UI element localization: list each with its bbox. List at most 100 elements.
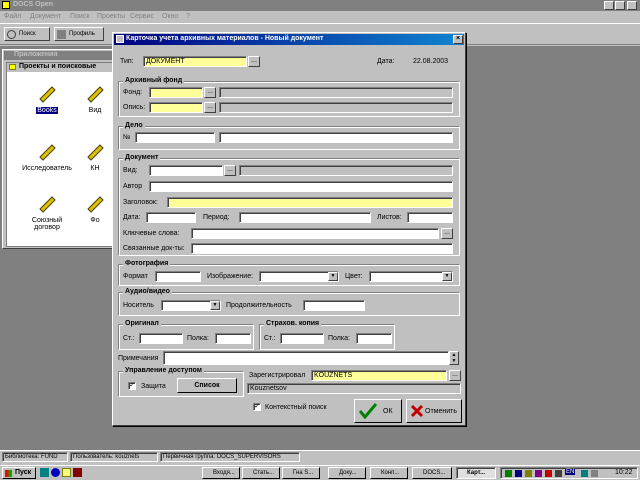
insurance-shelf-field[interactable] [356,333,392,344]
app-icon-books[interactable]: Books [17,83,77,114]
vid-field[interactable] [149,165,223,176]
menu-help[interactable]: ? [186,13,190,20]
type-browse-button[interactable]: ... [248,56,260,67]
applications-titlebar[interactable]: Приложения [4,51,118,60]
context-search-checkbox[interactable]: ✓ [253,403,261,411]
system-tray: EN 10:22 [500,467,638,479]
vid-browse-button[interactable]: ... [224,165,236,176]
delo-group: Дело № [118,122,460,150]
task-button[interactable]: Гна S... [282,467,320,479]
delo-name-field[interactable] [219,132,453,143]
opis-field[interactable] [149,102,203,113]
color-select[interactable]: ▼ [369,271,453,282]
close-button[interactable]: × [627,1,637,10]
app-launch-icon[interactable] [73,468,82,477]
chevron-down-icon[interactable]: ▼ [442,272,452,281]
opis-name-field[interactable] [219,102,453,113]
quick-launch [40,467,86,479]
vid-name-field[interactable] [239,165,453,176]
dialog-titlebar[interactable]: Карточка учета архивных материалов - Нов… [114,34,464,45]
fond-name-field[interactable] [219,87,453,98]
registered-browse-button[interactable]: ... [449,370,461,381]
app-icon-researcher[interactable]: Исследователь [17,141,77,172]
tray-icon[interactable] [545,470,552,477]
app-icon-label: Вид [88,107,102,114]
format-field[interactable] [155,271,201,282]
task-button-active[interactable]: Карт... [456,467,496,479]
delo-number-field[interactable] [135,132,215,143]
access-list-label: Список [194,382,220,389]
menu-document[interactable]: Документ [30,13,61,20]
status-user: Пользователь: kouznets [70,452,158,462]
start-button[interactable]: Пуск [2,467,36,479]
app-icon-union-treaty[interactable]: Союзный договор [17,193,77,231]
fond-field[interactable] [149,87,203,98]
tray-icon[interactable] [505,470,512,477]
duration-field[interactable] [303,300,365,311]
photo-group: Фотография Формат Изображение: ▼ Цвет: ▼ [118,260,460,286]
task-button[interactable]: Конп... [370,467,408,479]
menu-projects[interactable]: Проекты [97,13,125,20]
keywords-field[interactable] [191,228,439,239]
access-list-button[interactable]: Список [177,378,237,393]
protect-label: Защита [141,383,166,390]
insurance-st-field[interactable] [280,333,324,344]
windows-logo-icon [5,470,12,477]
image-select[interactable]: ▼ [259,271,339,282]
tray-icon[interactable] [515,470,522,477]
task-button[interactable]: Стать... [242,467,280,479]
notes-field[interactable] [163,351,449,365]
ok-label: ОК [383,408,393,415]
app-icon [2,1,10,9]
original-shelf-field[interactable] [215,333,251,344]
menu-window[interactable]: Окно [162,13,178,20]
registered-field[interactable]: KOUZNETS [311,370,447,381]
doc-date-field[interactable] [146,212,196,223]
maximize-button[interactable]: □ [615,1,625,10]
original-st-field[interactable] [139,333,183,344]
tray-icon[interactable] [591,470,598,477]
browser-icon[interactable] [51,468,60,477]
chevron-down-icon[interactable]: ▼ [210,301,220,310]
period-field[interactable] [239,212,371,223]
tray-icon[interactable] [525,470,532,477]
tray-icon[interactable] [535,470,542,477]
task-button[interactable]: DOCS... [412,467,452,479]
task-button[interactable]: Доку... [328,467,366,479]
checkmark-icon [359,403,377,419]
tray-icon[interactable] [581,470,588,477]
clock: 10:22 [615,469,633,476]
opis-browse-button[interactable]: ... [204,102,216,113]
menu-service[interactable]: Сервис [130,13,154,20]
author-field[interactable] [149,181,453,192]
sheets-field[interactable] [407,212,453,223]
fond-browse-button[interactable]: ... [204,87,216,98]
dialog-close-button[interactable]: × [453,35,463,44]
cancel-button[interactable]: Отменить [406,399,462,423]
keywords-browse-button[interactable]: ... [441,228,453,239]
notes-scrollbar[interactable]: ▲ ▼ [449,351,459,365]
task-button[interactable]: Входя... [202,467,240,479]
toolbar-search-button[interactable]: Поиск [4,27,50,41]
tray-icon[interactable] [555,470,562,477]
protect-checkbox[interactable]: ✓ [128,382,136,390]
app-icon-fo[interactable]: Фо [75,193,115,224]
doc-date-label: Дата: [123,214,141,221]
toolbar-profile-button[interactable]: Профиль [54,27,104,41]
ok-button[interactable]: ОК [354,399,402,423]
app-icon-kn[interactable]: КН [75,141,115,172]
language-indicator[interactable]: EN [565,469,576,475]
heading-field[interactable] [167,197,453,208]
mail-icon[interactable] [62,468,71,477]
insurance-copy-group: Страхов. копия Ст.: Полка: [259,320,395,350]
app-titlebar: DOCS Open _ □ × [0,0,640,11]
type-field[interactable]: ДОКУМЕНТ [143,56,247,67]
chevron-down-icon[interactable]: ▼ [328,272,338,281]
menu-file[interactable]: Файл [4,13,21,20]
app-icon-vid[interactable]: Вид [75,83,115,114]
minimize-button[interactable]: _ [604,1,614,10]
related-docs-field[interactable] [191,243,453,254]
carrier-select[interactable]: ▼ [161,300,221,311]
menu-search[interactable]: Поиск [70,13,89,20]
desktop-icon[interactable] [40,468,49,477]
